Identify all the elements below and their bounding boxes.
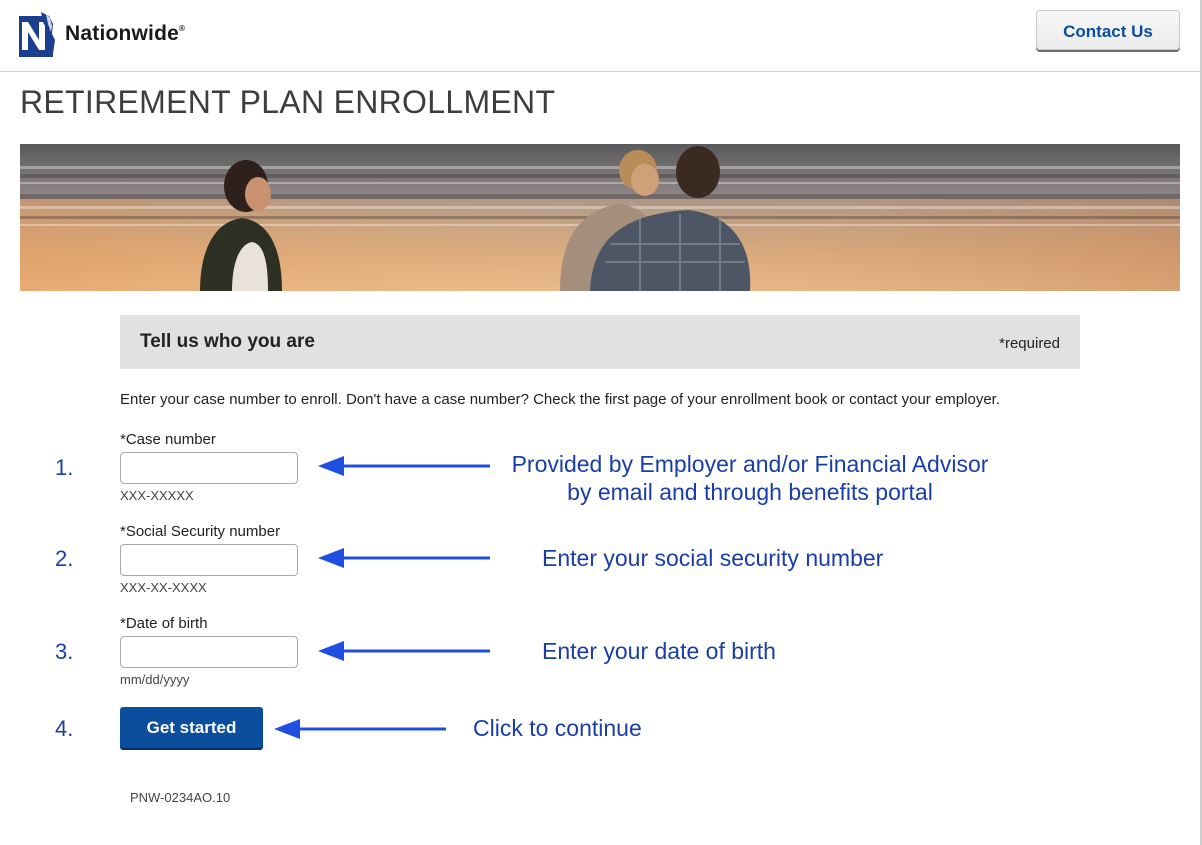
dob-input[interactable] (120, 636, 298, 668)
arrow-left-icon (318, 548, 490, 568)
eagle-logo-icon (19, 12, 55, 57)
annotation-dob: Enter your date of birth (542, 638, 776, 664)
case-number-label: *Case number (120, 431, 216, 448)
dob-label: *Date of birth (120, 615, 208, 632)
annotation-case-number: Provided by Employer and/or Financial Ad… (511, 451, 989, 505)
arrow-left-icon (318, 641, 490, 661)
site-header: Nationwide® Contact Us (0, 0, 1200, 72)
hero-photo (20, 144, 1180, 291)
logo-wordmark: Nationwide® (65, 22, 186, 45)
case-number-hint: XXX-XXXXX (120, 488, 194, 503)
section-title: Tell us who you are (140, 331, 315, 352)
hero-beach-image (20, 144, 1180, 291)
required-note: *required (999, 335, 1060, 352)
ssn-input[interactable] (120, 544, 298, 576)
enrollment-instructions: Enter your case number to enroll. Don't … (120, 391, 1000, 408)
form-code: PNW-0234AO.10 (130, 790, 231, 805)
step-number-1: 1. (55, 455, 74, 480)
step-number-3: 3. (55, 639, 74, 664)
page-title: RETIREMENT PLAN ENROLLMENT (20, 84, 556, 120)
arrow-left-icon (274, 719, 446, 739)
annotation-continue: Click to continue (473, 715, 642, 741)
annotation-ssn: Enter your social security number (542, 545, 884, 571)
step-number-4: 4. (55, 716, 74, 741)
get-started-button[interactable]: Get started (120, 707, 263, 748)
ssn-hint: XXX-XX-XXXX (120, 580, 207, 595)
nationwide-logo[interactable]: Nationwide® (19, 10, 185, 58)
step-number-2: 2. (55, 546, 74, 571)
dob-hint: mm/dd/yyyy (120, 672, 190, 687)
form-section-header: Tell us who you are *required (120, 315, 1080, 369)
case-number-input[interactable] (120, 452, 298, 484)
arrow-left-icon (318, 456, 490, 476)
contact-us-button[interactable]: Contact Us (1036, 10, 1180, 50)
ssn-label: *Social Security number (120, 523, 281, 540)
